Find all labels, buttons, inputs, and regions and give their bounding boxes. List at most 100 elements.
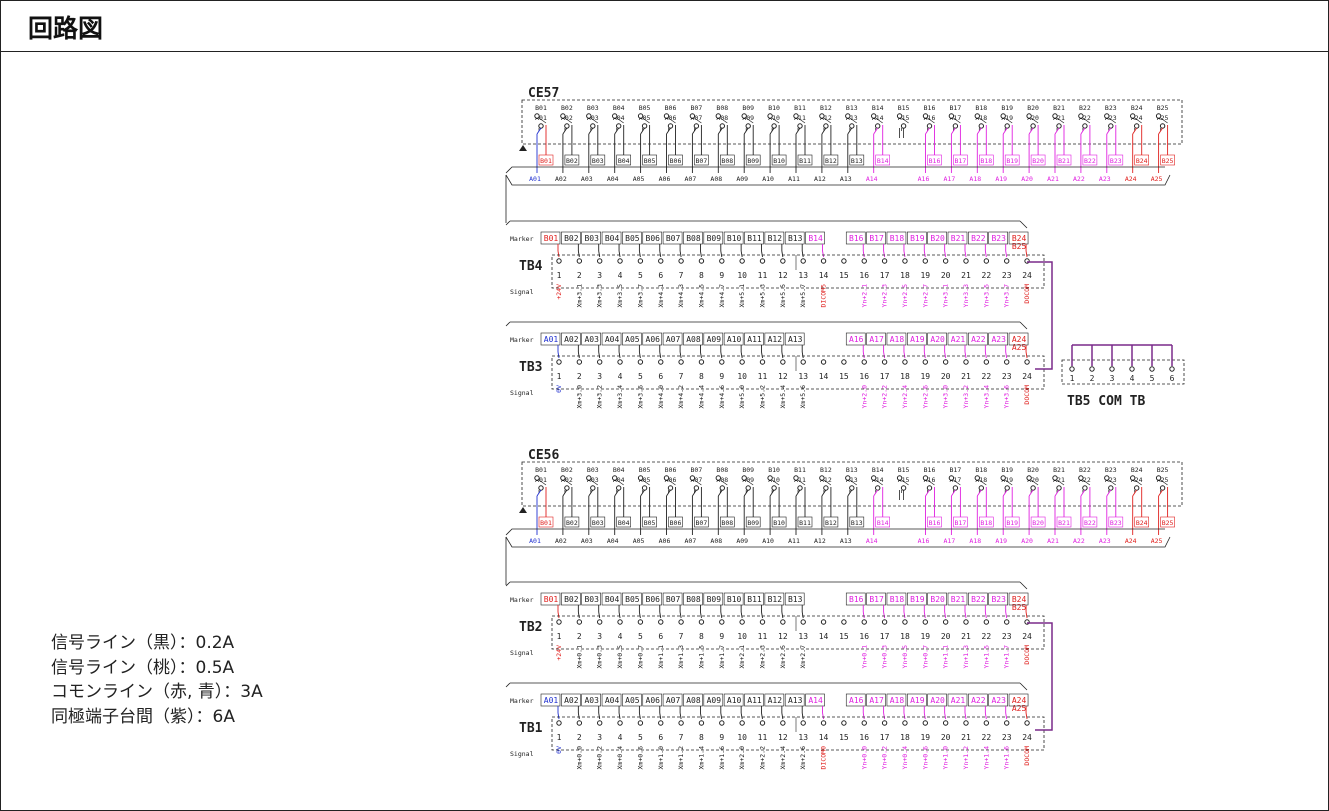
tb1-terminal-contact (678, 720, 684, 726)
ce57-awire-tag: A21 (1047, 175, 1059, 183)
tb3-wire-19 (923, 351, 926, 359)
ce56-bpin-contact (586, 475, 592, 481)
tb4-wire-8 (700, 250, 702, 258)
tb1-marker-12: A12 (768, 696, 783, 705)
tb1-bundle-top (1019, 682, 1028, 691)
tb2-signal-10: Xm+2.1 (738, 645, 746, 669)
tb2-terminal-contact (902, 619, 908, 625)
tb3-wire-2 (577, 351, 580, 359)
ce57-apin-contact (641, 123, 648, 129)
tb3-wire-24 (1025, 351, 1028, 359)
ce56-bwire-tag: B20 (1032, 519, 1044, 527)
ce56-apin-contact (900, 485, 907, 491)
ce56-bwire-tag: B09 (747, 519, 759, 527)
tb1-marker-9: A09 (707, 696, 722, 705)
ce57-bpin-label: B22 (1079, 104, 1091, 112)
ce56-awire-tag: A07 (685, 537, 697, 545)
ce57-bpin-contact (1155, 113, 1162, 119)
tb1-signal-21: Yn+1.2 (962, 746, 970, 770)
tb1-terminal-contact (759, 720, 766, 726)
tb1-wire-3 (598, 712, 601, 720)
tb1-wire-4 (618, 712, 621, 720)
ce57-bpin-label: B10 (768, 104, 780, 112)
tb1-wire-16 (862, 712, 865, 720)
ce56-bpin-contact (560, 475, 566, 481)
tb4-marker-12: B12 (768, 234, 783, 243)
tb1-terminal-contact (780, 720, 786, 726)
ce56-apin-contact (952, 485, 959, 491)
tb2-terminal-contact (780, 619, 786, 625)
ce56-bwire-tag: B24 (1136, 519, 1148, 527)
tb1-terminal-23: 23 (1002, 733, 1012, 742)
ce56-title: CE56 (528, 448, 559, 463)
tb3-wire-17 (883, 351, 886, 359)
ce57-bpin-contact (948, 113, 955, 119)
tb2-terminal-7: 7 (679, 632, 684, 641)
tb4-terminal-22: 22 (982, 271, 992, 280)
tb1-wire-11 (761, 712, 763, 720)
tb1-terminal-14: 14 (819, 733, 829, 742)
ce57-apin-contact (1108, 123, 1114, 129)
tb2-signal-5: Xm+0.7 (636, 645, 644, 669)
tb3-signal-4: Xm+3.4 (616, 385, 624, 409)
ce57-bpin-label: B20 (1027, 104, 1039, 112)
tb3-wire-8 (700, 351, 702, 359)
tb1-terminal-contact (698, 720, 705, 726)
tb2-wire-7 (679, 611, 682, 619)
ce57-bpin-contact (560, 113, 566, 119)
ce57-bpin-label: B12 (820, 104, 832, 112)
tb1-wire-12 (781, 712, 784, 720)
tb2-wire-19 (923, 611, 926, 619)
ce56-bwire-tag: B19 (1006, 519, 1018, 527)
tb4-marker-16: B16 (849, 234, 864, 243)
tb5-terminal-contact (1069, 366, 1075, 372)
ce57-apin-contact (1159, 123, 1166, 129)
ce57-awire-tag: A04 (607, 175, 619, 183)
ce56-bwire-tag: B18 (980, 519, 992, 527)
tb1-signal-14: DICOM0 (820, 746, 828, 770)
tb1-wire-17 (883, 712, 886, 720)
tb4-signal-11: Xm+5.3 (759, 284, 767, 308)
ce57-bpin-contact (663, 113, 670, 119)
tb3-signal-5: Xm+3.6 (636, 385, 644, 409)
tb4-wire-17 (883, 250, 886, 258)
tb2-marker-8: B08 (686, 595, 701, 604)
tb1-wire-20 (944, 712, 947, 720)
tb1-wire-6 (659, 712, 662, 720)
ce56-apin-contact (667, 485, 674, 491)
ce57-bwire-tag: B05 (644, 157, 656, 165)
tb4-marker-1: B01 (544, 234, 559, 243)
tb2-terminal-3: 3 (597, 632, 602, 641)
ce56-bpin-contact (922, 475, 929, 481)
ce56-b-bundle (505, 528, 1165, 536)
tb4-marker-13: B13 (788, 234, 803, 243)
tb1-marker-18: A18 (890, 696, 905, 705)
ce57-bpin-label: B25 (1157, 104, 1169, 112)
tb1-marker-17: A17 (869, 696, 884, 705)
ce57-bwire-tag: B08 (721, 157, 733, 165)
tb3-terminal-contact (637, 359, 644, 365)
ce57-apin-contact (823, 123, 829, 129)
tb4-wire-11 (761, 250, 763, 258)
ce57-awire-tag: A03 (581, 175, 593, 183)
tb4-terminal-4: 4 (618, 271, 623, 280)
tb2-terminal-contact (739, 619, 745, 625)
ce56-awire-tag: A18 (969, 537, 981, 545)
tb4-wire-3 (598, 250, 601, 258)
tb2-terminal-16: 16 (859, 632, 869, 641)
tb2-marker-5: B05 (625, 595, 640, 604)
tb1-marker-6: A06 (646, 696, 661, 705)
tb1-terminal-contact (576, 720, 583, 726)
tb2-wire-5 (638, 611, 641, 619)
ce56-a-bundle (505, 536, 1171, 548)
tb3-marker-19: A19 (910, 335, 925, 344)
ce56-bpin-contact (715, 475, 721, 481)
tb1-marker-13: A13 (788, 696, 803, 705)
tb3-wire-22 (984, 351, 987, 359)
tb2-signal-22: Yn+1.5 (982, 645, 990, 669)
ce57-bpin-label: B13 (846, 104, 858, 112)
tb4-terminal-contact (1004, 258, 1010, 264)
ce56-bpin-contact (1052, 475, 1058, 481)
ce56-bpin-contact (1000, 475, 1006, 481)
tb3-marker-18: A18 (890, 335, 905, 344)
